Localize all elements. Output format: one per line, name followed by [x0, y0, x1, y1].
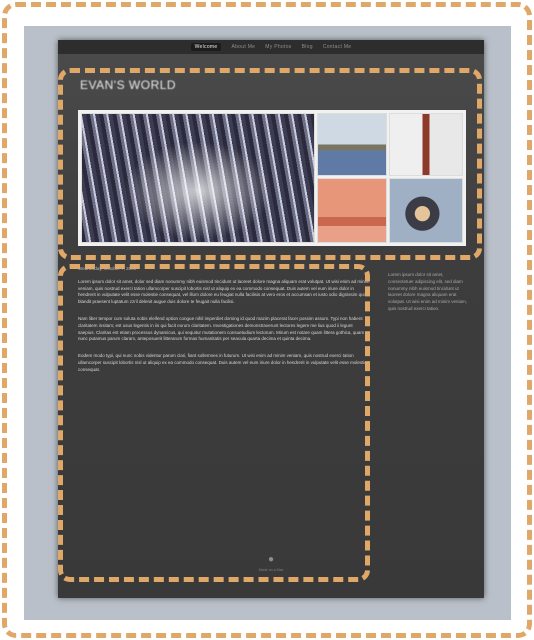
sidebar-text: Lorem ipsum dolor sit amet, consectetuer…	[388, 272, 468, 311]
nav-item-about-me[interactable]: About Me	[231, 44, 255, 50]
top-navigation: Welcome About Me My Photos Blog Contact …	[58, 40, 484, 54]
nav-item-blog[interactable]: Blog	[302, 44, 313, 50]
nav-item-contact-me[interactable]: Contact Me	[323, 44, 352, 50]
gallery-highlight-box	[58, 68, 482, 260]
nav-item-my-photos[interactable]: My Photos	[265, 44, 291, 50]
nav-item-welcome[interactable]: Welcome	[190, 43, 222, 51]
content-highlight-box	[58, 264, 370, 582]
